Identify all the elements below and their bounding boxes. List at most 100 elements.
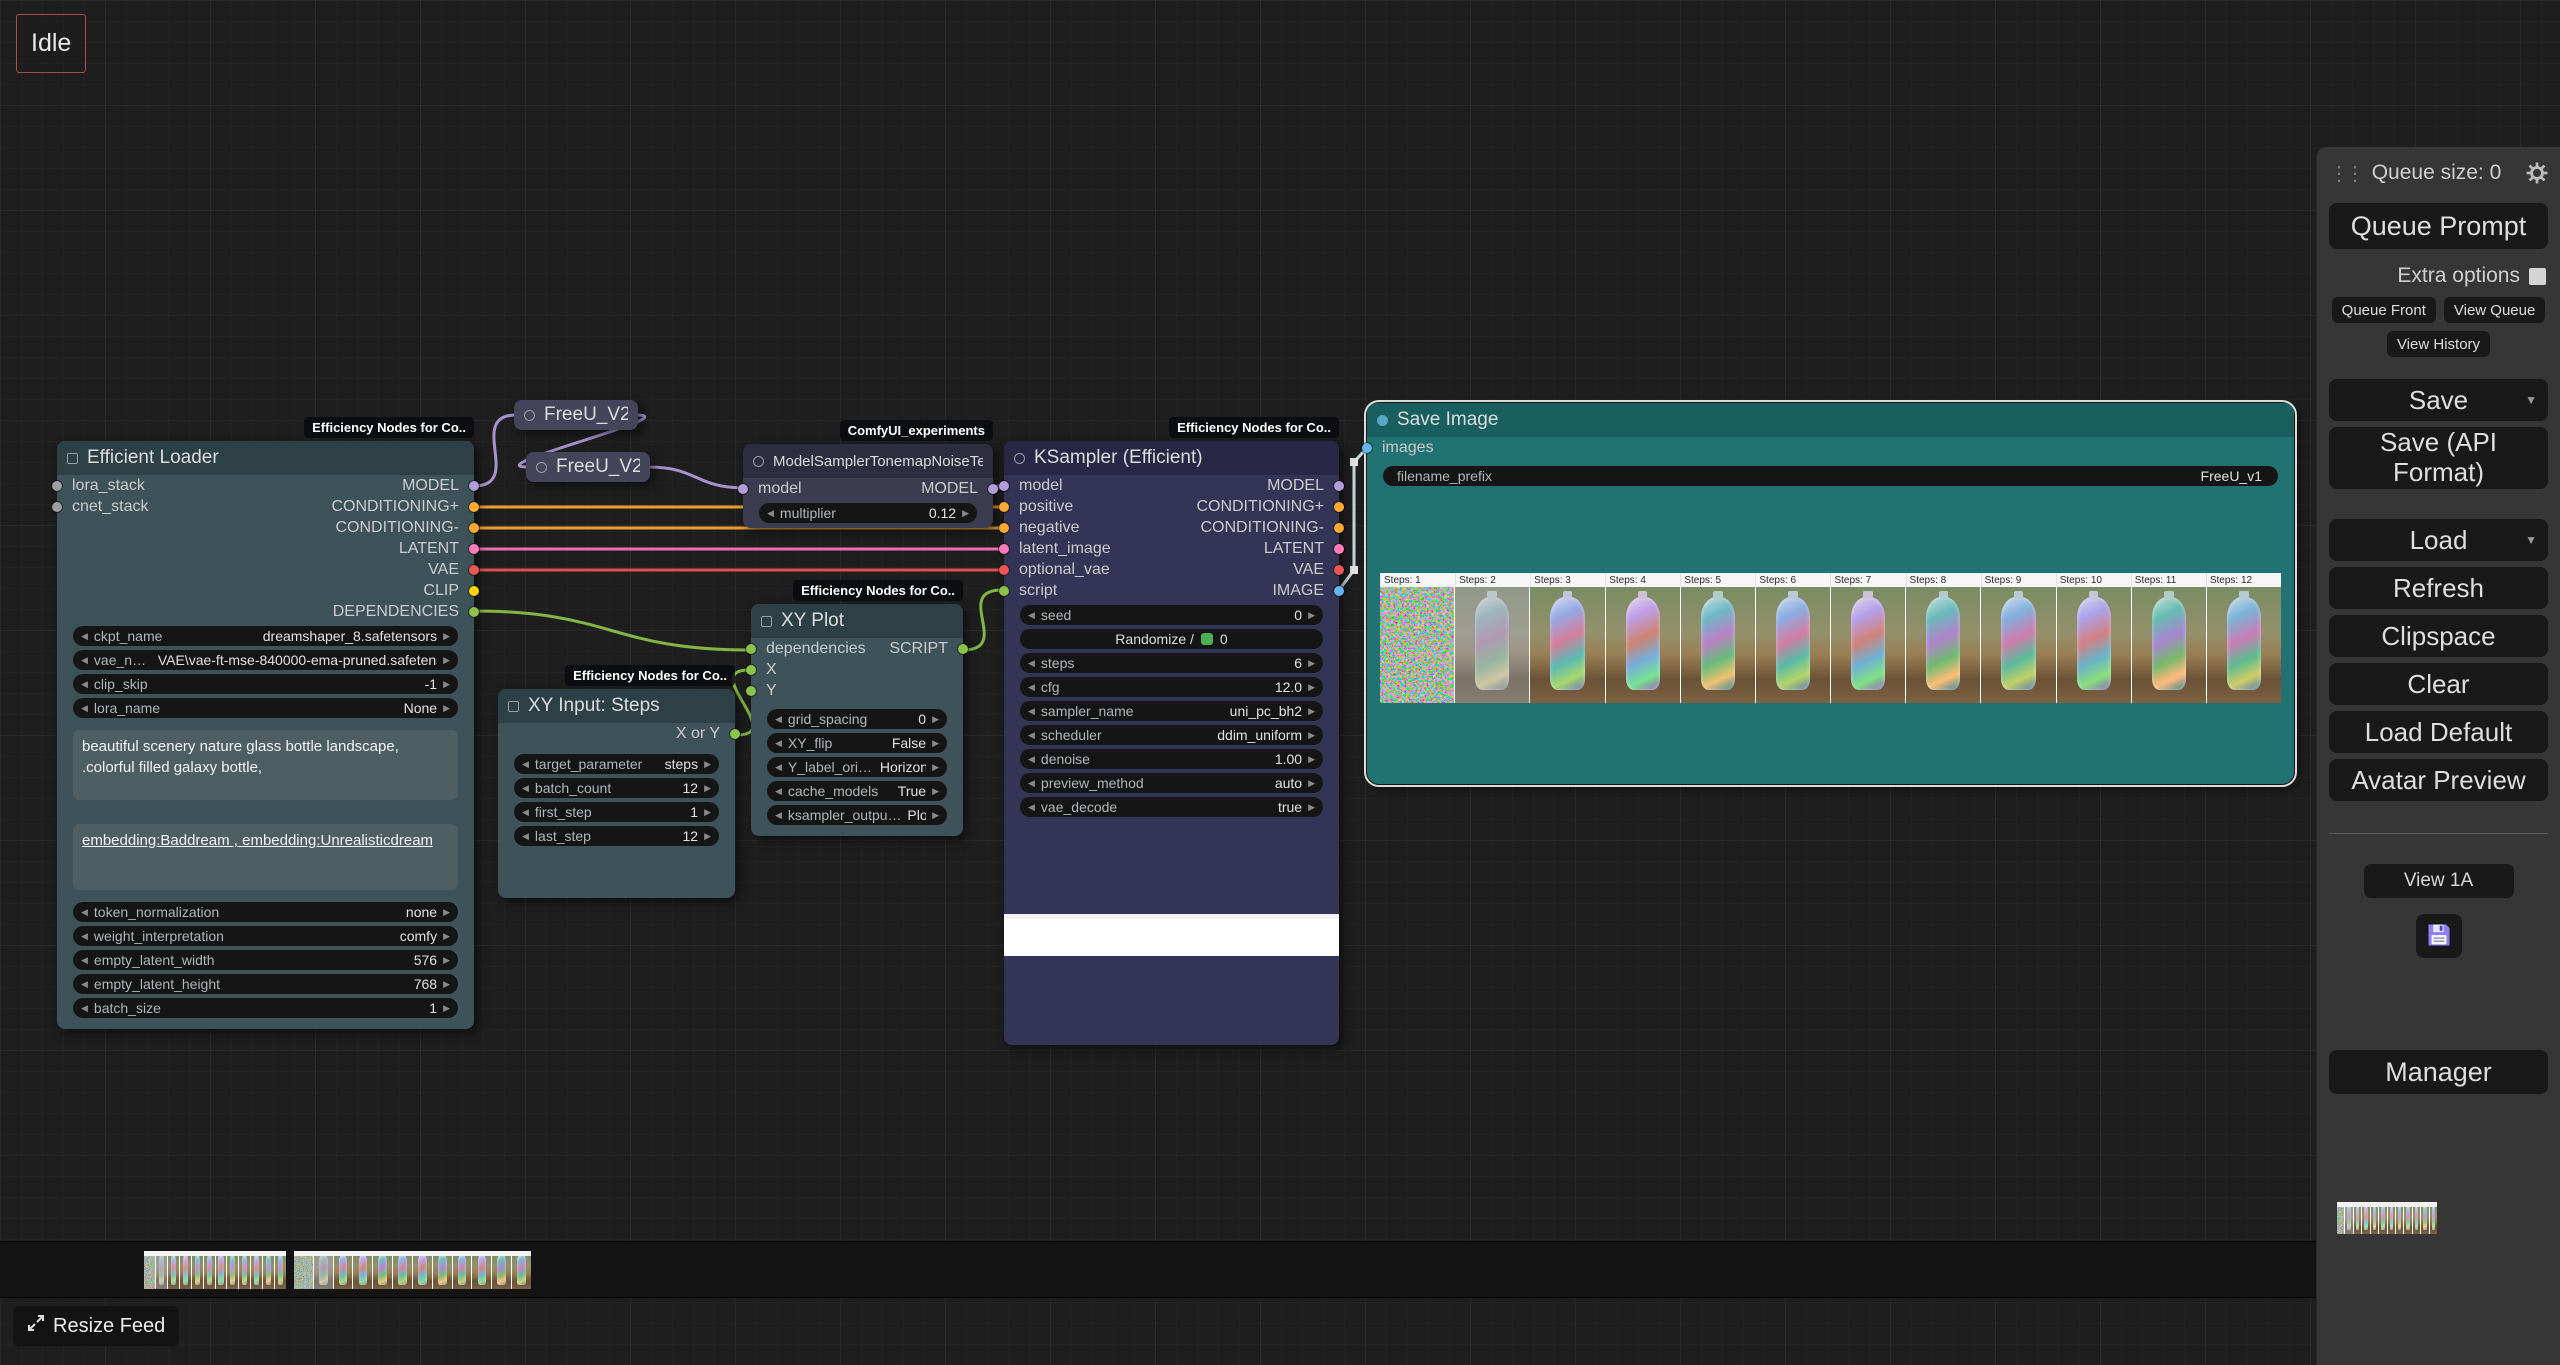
XY_flip-widget[interactable]: ◀XY_flipFalse▶ bbox=[767, 733, 947, 753]
increment-arrow-icon[interactable]: ▶ bbox=[1302, 754, 1321, 765]
X-input-dot[interactable] bbox=[746, 665, 756, 675]
empty_latent_height-widget[interactable]: ◀empty_latent_height768▶ bbox=[73, 974, 458, 994]
node-graph-canvas[interactable]: Efficiency Nodes for Co..Efficient Loade… bbox=[0, 0, 2560, 1365]
increment-arrow-icon[interactable]: ▶ bbox=[1302, 658, 1321, 669]
save-workflow-icon-button[interactable] bbox=[2416, 914, 2462, 958]
avatar-preview-button[interactable]: Avatar Preview bbox=[2329, 759, 2548, 801]
batch_count-widget[interactable]: ◀batch_count12▶ bbox=[514, 778, 719, 798]
model-input-dot[interactable] bbox=[999, 481, 1009, 491]
increment-arrow-icon[interactable]: ▶ bbox=[926, 762, 945, 773]
decrement-arrow-icon[interactable]: ◀ bbox=[75, 679, 94, 690]
node-title-bar[interactable]: XY Plot bbox=[751, 604, 963, 638]
increment-arrow-icon[interactable]: ▶ bbox=[1302, 778, 1321, 789]
MODEL-output-dot[interactable] bbox=[988, 484, 998, 494]
increment-arrow-icon[interactable]: ▶ bbox=[1302, 730, 1321, 741]
cfg-widget[interactable]: ◀cfg12.0▶ bbox=[1020, 677, 1323, 697]
decrement-arrow-icon[interactable]: ◀ bbox=[1022, 754, 1041, 765]
decrement-arrow-icon[interactable]: ◀ bbox=[75, 631, 94, 642]
queue-front-button[interactable]: Queue Front bbox=[2332, 297, 2436, 323]
decrement-arrow-icon[interactable]: ◀ bbox=[1022, 778, 1041, 789]
optional_vae-input-dot[interactable] bbox=[999, 565, 1009, 575]
dependencies-input-dot[interactable] bbox=[746, 644, 756, 654]
reroute-dot[interactable] bbox=[1350, 566, 1358, 574]
scheduler-widget[interactable]: ◀schedulerddim_uniform▶ bbox=[1020, 725, 1323, 745]
model-input-dot[interactable] bbox=[738, 484, 748, 494]
node-title-bar[interactable]: Efficient Loader bbox=[57, 441, 474, 475]
resize-feed-button[interactable]: Resize Feed bbox=[13, 1306, 179, 1346]
decrement-arrow-icon[interactable]: ◀ bbox=[761, 508, 780, 519]
cnet_stack-input-dot[interactable] bbox=[52, 502, 62, 512]
first_step-widget[interactable]: ◀first_step1▶ bbox=[514, 802, 719, 822]
node-save-image[interactable]: Save Imageimagesfilename_prefixFreeU_v1S… bbox=[1367, 403, 2294, 784]
textarea-widget[interactable]: embedding:Baddream , embedding:Unrealist… bbox=[73, 824, 458, 890]
decrement-arrow-icon[interactable]: ◀ bbox=[516, 807, 535, 818]
positive-input-dot[interactable] bbox=[999, 502, 1009, 512]
load-button[interactable]: Load ▼ bbox=[2329, 519, 2548, 561]
collapse-dot-icon[interactable] bbox=[1377, 415, 1388, 426]
vae_decode-widget[interactable]: ◀vae_decodetrue▶ bbox=[1020, 797, 1323, 817]
collapse-dot-icon[interactable] bbox=[536, 462, 547, 473]
vae_name-widget[interactable]: ◀vae_nameVAE\vae-ft-mse-840000-ema-prune… bbox=[73, 650, 458, 670]
increment-arrow-icon[interactable]: ▶ bbox=[1302, 802, 1321, 813]
increment-arrow-icon[interactable]: ▶ bbox=[698, 783, 717, 794]
view-queue-button[interactable]: View Queue bbox=[2444, 297, 2545, 323]
SCRIPT-output-dot[interactable] bbox=[958, 644, 968, 654]
save-dropdown-caret-icon[interactable]: ▼ bbox=[2525, 393, 2537, 407]
target_parameter-widget[interactable]: ◀target_parametersteps▶ bbox=[514, 754, 719, 774]
increment-arrow-icon[interactable]: ▶ bbox=[437, 1003, 456, 1014]
lora_stack-input-dot[interactable] bbox=[52, 481, 62, 491]
extra-options-checkbox[interactable] bbox=[2529, 268, 2546, 285]
multiplier-widget[interactable]: ◀multiplier0.12▶ bbox=[759, 503, 977, 523]
weight_interpretation-widget[interactable]: ◀weight_interpretationcomfy▶ bbox=[73, 926, 458, 946]
clipspace-button[interactable]: Clipspace bbox=[2329, 615, 2548, 657]
decrement-arrow-icon[interactable]: ◀ bbox=[1022, 610, 1041, 621]
node-title-bar[interactable]: KSampler (Efficient) bbox=[1004, 441, 1339, 475]
decrement-arrow-icon[interactable]: ◀ bbox=[769, 786, 788, 797]
collapse-dot-icon[interactable] bbox=[67, 453, 78, 464]
increment-arrow-icon[interactable]: ▶ bbox=[437, 703, 456, 714]
clip_skip-widget[interactable]: ◀clip_skip-1▶ bbox=[73, 674, 458, 694]
MODEL-output-dot[interactable] bbox=[469, 481, 479, 491]
imageplot-widget[interactable]: Steps: 1Steps: 2Steps: 3Steps: 4Steps: 5… bbox=[1380, 573, 2281, 703]
batch_size-widget[interactable]: ◀batch_size1▶ bbox=[73, 998, 458, 1018]
ksampler_output_image-widget[interactable]: ◀ksampler_output_imagePlot▶ bbox=[767, 805, 947, 825]
increment-arrow-icon[interactable]: ▶ bbox=[926, 786, 945, 797]
increment-arrow-icon[interactable]: ▶ bbox=[437, 631, 456, 642]
denoise-widget[interactable]: ◀denoise1.00▶ bbox=[1020, 749, 1323, 769]
negative-input-dot[interactable] bbox=[999, 523, 1009, 533]
node-freeu-v2-1[interactable]: FreeU_V2 bbox=[514, 400, 638, 430]
decrement-arrow-icon[interactable]: ◀ bbox=[1022, 730, 1041, 741]
increment-arrow-icon[interactable]: ▶ bbox=[437, 931, 456, 942]
save-api-format-button[interactable]: Save (API Format) bbox=[2329, 427, 2548, 489]
VAE-output-dot[interactable] bbox=[469, 565, 479, 575]
increment-arrow-icon[interactable]: ▶ bbox=[437, 955, 456, 966]
collapse-dot-icon[interactable] bbox=[753, 456, 764, 467]
decrement-arrow-icon[interactable]: ◀ bbox=[75, 931, 94, 942]
feed-image-1[interactable] bbox=[144, 1251, 286, 1289]
decrement-arrow-icon[interactable]: ◀ bbox=[75, 907, 94, 918]
CONDITIONING--output-dot[interactable] bbox=[1334, 523, 1344, 533]
textarea-widget[interactable]: beautiful scenery nature glass bottle la… bbox=[73, 730, 458, 800]
decrement-arrow-icon[interactable]: ◀ bbox=[516, 759, 535, 770]
filename_prefix-widget[interactable]: filename_prefixFreeU_v1 bbox=[1383, 466, 2278, 486]
sampler_name-widget[interactable]: ◀sampler_nameuni_pc_bh2▶ bbox=[1020, 701, 1323, 721]
CONDITIONING+-output-dot[interactable] bbox=[1334, 502, 1344, 512]
node-title-bar[interactable]: FreeU_V2 bbox=[514, 400, 638, 430]
increment-arrow-icon[interactable]: ▶ bbox=[698, 759, 717, 770]
decrement-arrow-icon[interactable]: ◀ bbox=[516, 831, 535, 842]
images-input-dot[interactable] bbox=[1362, 443, 1372, 453]
IMAGE-output-dot[interactable] bbox=[1334, 586, 1344, 596]
node-title-bar[interactable]: XY Input: Steps bbox=[498, 689, 735, 723]
collapse-dot-icon[interactable] bbox=[524, 410, 535, 421]
collapse-dot-icon[interactable] bbox=[761, 616, 772, 627]
load-dropdown-caret-icon[interactable]: ▼ bbox=[2525, 533, 2537, 547]
CONDITIONING+-output-dot[interactable] bbox=[469, 502, 479, 512]
settings-gear-icon[interactable] bbox=[2522, 162, 2548, 184]
node-xy-input-steps[interactable]: Efficiency Nodes for Co..XY Input: Steps… bbox=[498, 689, 735, 898]
feed-image-2[interactable] bbox=[294, 1251, 531, 1289]
increment-arrow-icon[interactable]: ▶ bbox=[956, 508, 975, 519]
X or Y-output-dot[interactable] bbox=[730, 729, 740, 739]
increment-arrow-icon[interactable]: ▶ bbox=[437, 979, 456, 990]
increment-arrow-icon[interactable]: ▶ bbox=[926, 810, 945, 821]
latent_image-input-dot[interactable] bbox=[999, 544, 1009, 554]
